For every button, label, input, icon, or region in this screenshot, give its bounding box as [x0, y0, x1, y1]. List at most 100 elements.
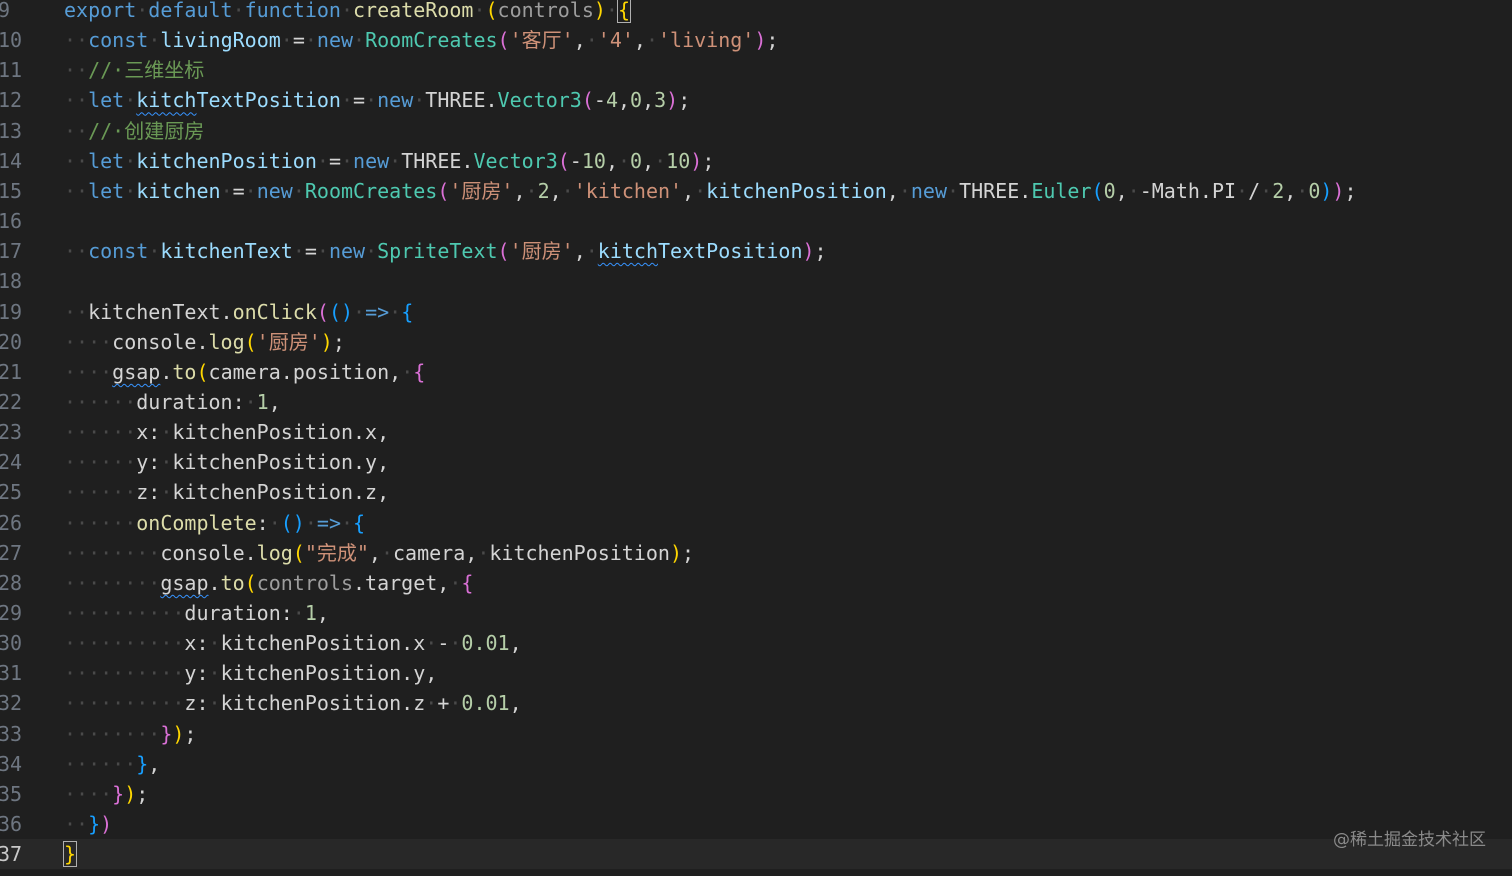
code-line[interactable]: 22 ······duration:·1,	[0, 387, 1512, 417]
code-line[interactable]: 14 ··let·kitchenPosition·=·new·THREE.Vect…	[0, 146, 1512, 176]
code-token: ,	[642, 148, 655, 173]
code-token: ··········	[64, 601, 185, 625]
code-token: ·	[148, 28, 161, 53]
code-line[interactable]: 16	[0, 206, 1512, 236]
code-line[interactable]: 18	[0, 266, 1512, 296]
code-editor[interactable]: 9 export·default·function·createRoom·(con…	[0, 0, 1512, 876]
line-number: 29	[0, 601, 23, 625]
code-token: let	[88, 178, 125, 203]
code-token: '厨房'	[449, 178, 514, 203]
code-token: ··········	[64, 691, 185, 716]
line-number: 13	[0, 118, 23, 143]
line-code: ··········x:·kitchenPosition.x·-·0.01,	[64, 628, 522, 658]
code-token: ·	[124, 178, 137, 203]
code-line[interactable]: 9 export·default·function·createRoom·(con…	[0, 0, 1512, 25]
code-token: THREE.	[425, 88, 498, 113]
code-token: ·	[365, 239, 378, 264]
line-code: ······},	[64, 749, 160, 779]
code-token: ··	[64, 118, 89, 143]
code-token: camera,	[393, 540, 478, 565]
code-token: 4	[605, 88, 618, 113]
code-token: ·	[208, 631, 221, 656]
line-code: ··})	[64, 809, 112, 839]
code-line[interactable]: 21 ····gsap.to(camera.position,·{	[0, 357, 1512, 387]
code-token: ·	[316, 239, 329, 264]
code-token: (	[196, 359, 209, 384]
code-line[interactable]: 28 ········gsap.to(controls.target,·{	[0, 568, 1512, 598]
line-number: 31	[0, 661, 23, 686]
code-token: kitch	[597, 239, 658, 264]
code-line[interactable]: 26 ······onComplete:·()·=>·{	[0, 508, 1512, 538]
line-code: ··let·kitchTextPosition·=·new·THREE.Vect…	[64, 85, 690, 115]
code-token: ····	[64, 781, 113, 806]
line-code: ··const·kitchenText·=·new·SpriteText('厨房…	[64, 236, 827, 266]
code-token: ··	[64, 299, 89, 324]
code-token: .	[208, 570, 221, 595]
code-token: ·	[280, 28, 293, 53]
code-token: ·	[449, 691, 462, 716]
code-line[interactable]: 25 ······z:·kitchenPosition.z,	[0, 477, 1512, 507]
code-token: const	[88, 28, 149, 53]
code-token: kitchenPosition.y,	[172, 450, 390, 475]
line-number: 14	[0, 148, 23, 173]
code-token: (	[497, 28, 510, 53]
code-token: new	[316, 28, 354, 53]
line-code: ··let·kitchenPosition·=·new·THREE.Vector…	[64, 146, 714, 176]
code-line[interactable]: 10 ··const·livingRoom·=·new·RoomCreates('…	[0, 25, 1512, 55]
code-line[interactable]: 30 ··········x:·kitchenPosition.x·-·0.01,	[0, 628, 1512, 658]
code-line[interactable]: 27 ········console.log("完成",·camera,·kitc…	[0, 538, 1512, 568]
code-line[interactable]: 17 ··const·kitchenText·=·new·SpriteText('…	[0, 236, 1512, 266]
code-token: ,	[573, 239, 586, 264]
code-token: ·	[694, 178, 707, 203]
line-code: }	[62, 839, 78, 869]
line-code: ········gsap.to(controls.target,·{	[64, 568, 473, 598]
code-token: }	[160, 721, 173, 746]
code-token: :	[256, 510, 269, 535]
code-line[interactable]: 37}	[0, 839, 1512, 870]
code-token: }	[88, 812, 101, 837]
code-token: y:	[136, 450, 161, 475]
code-token: )	[100, 812, 113, 837]
code-line[interactable]: 19 ··kitchenText.onClick(()·=>·{	[0, 297, 1512, 327]
code-line[interactable]: 33 ········});	[0, 719, 1512, 749]
code-token: //·创建厨房	[88, 118, 205, 143]
code-line[interactable]: 11 ··//·三维坐标	[0, 55, 1512, 85]
code-token: ,	[509, 691, 522, 716]
code-line[interactable]: 12 ··let·kitchTextPosition·=·new·THREE.Ve…	[0, 85, 1512, 115]
code-token: function	[244, 0, 341, 22]
code-token: ····	[64, 359, 113, 384]
code-token: x:	[136, 420, 161, 445]
code-line[interactable]: 34 ······},	[0, 749, 1512, 779]
line-number: 26	[0, 510, 23, 535]
code-line[interactable]: 15 ··let·kitchen·=·new·RoomCreates('厨房',·…	[0, 176, 1512, 206]
line-code: ··//·创建厨房	[64, 116, 204, 146]
code-token: let	[88, 88, 125, 113]
code-token: to	[172, 359, 197, 384]
code-token: '4'	[597, 28, 634, 53]
code-token: ·	[340, 88, 354, 113]
code-line[interactable]: 13 ··//·创建厨房	[0, 116, 1512, 146]
code-line[interactable]: 24 ······y:·kitchenPosition.y,	[0, 447, 1512, 477]
code-line[interactable]: 31 ··········y:·kitchenPosition.y,	[0, 658, 1512, 688]
code-token: ·	[947, 178, 960, 203]
code-line[interactable]: 32 ··········z:·kitchenPosition.z·+·0.01,	[0, 688, 1512, 718]
code-token: ·	[898, 178, 911, 203]
line-number: 16	[0, 209, 23, 234]
code-token: ·	[401, 359, 414, 384]
code-line[interactable]: 35 ····});	[0, 779, 1512, 809]
code-line[interactable]: 36 ··})	[0, 809, 1512, 839]
code-token: controls	[497, 0, 594, 22]
code-token: .target,	[353, 570, 450, 595]
code-token: ·	[136, 0, 149, 22]
code-line[interactable]: 20 ····console.log('厨房');	[0, 327, 1512, 357]
line-code: ··let·kitchen·=·new·RoomCreates('厨房',·2,…	[64, 176, 1357, 206]
code-token: ········	[64, 570, 161, 595]
code-token: export	[64, 0, 137, 22]
code-line[interactable]: 29 ··········duration:·1,	[0, 598, 1512, 628]
code-line[interactable]: 23 ······x:·kitchenPosition.x,	[0, 417, 1512, 447]
line-number: 27	[0, 540, 23, 565]
code-token: )	[320, 329, 333, 354]
code-token: .	[160, 359, 173, 384]
line-code: ········console.log("完成",·camera,·kitche…	[64, 538, 694, 568]
code-token: (	[581, 88, 594, 113]
